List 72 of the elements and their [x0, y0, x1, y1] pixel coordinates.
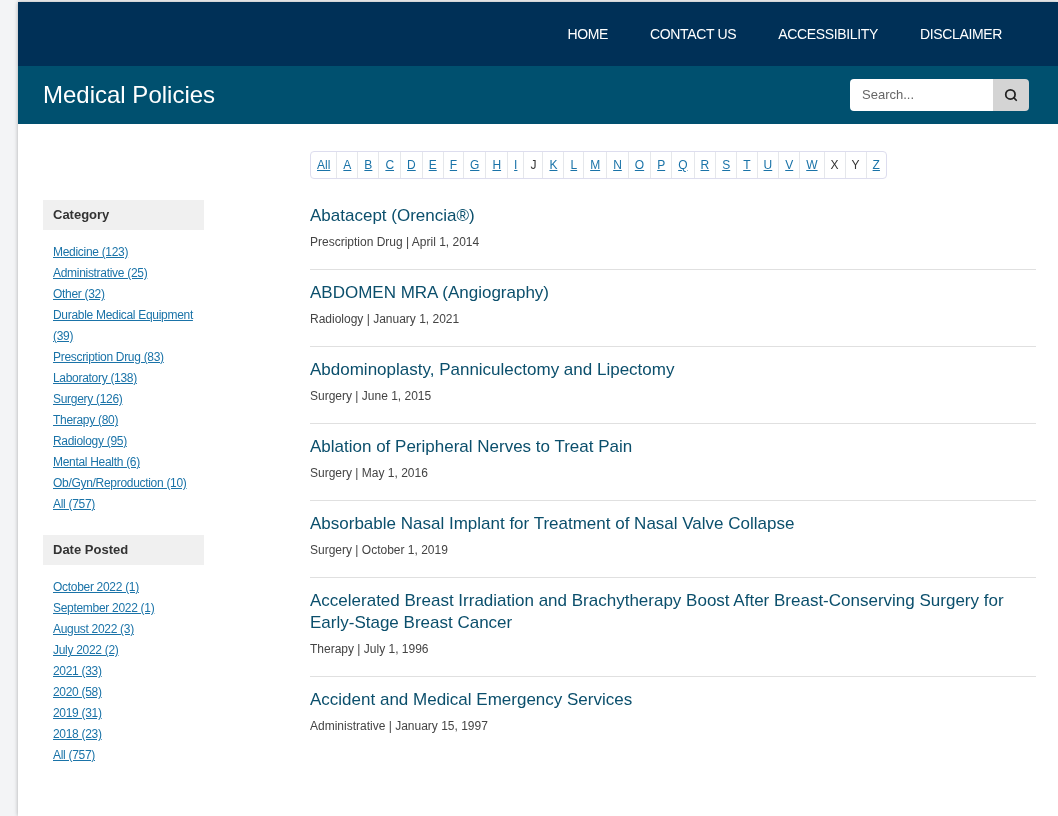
sidebar-link[interactable]: 2020 (58)	[53, 682, 198, 703]
letter-link[interactable]: C	[378, 152, 401, 178]
policy-title[interactable]: Accelerated Breast Irradiation and Brachytherapy Boost After Breast-Conserving Surgery for Early-Stage Breast Cancer	[310, 590, 1036, 634]
page-title: Medical Policies	[43, 80, 216, 110]
policy-meta: Surgery | October 1, 2019	[310, 542, 449, 559]
sidebar-link[interactable]: Therapy (80)	[53, 410, 198, 431]
search-icon	[1004, 88, 1018, 102]
letter-link[interactable]: D	[400, 152, 422, 178]
nav-link[interactable]: DISCLAIMER	[913, 23, 1008, 45]
policy-title[interactable]: Abdominoplasty, Panniculectomy and Lipectomy	[310, 359, 1036, 381]
sidebar-heading: Date Posted	[43, 535, 204, 565]
policy-title[interactable]: Ablation of Peripheral Nerves to Treat Pain	[310, 436, 1036, 458]
policy-title[interactable]: ABDOMEN MRA (Angiography)	[310, 282, 1036, 304]
letter-link[interactable]: Z	[865, 152, 886, 178]
letter-link[interactable]: E	[421, 152, 443, 178]
sidebar-link[interactable]: 2018 (23)	[53, 724, 198, 745]
letter-link[interactable]: V	[778, 152, 800, 178]
sidebar-link[interactable]: Mental Health (6)	[53, 452, 198, 473]
sidebar-link[interactable]: September 2022 (1)	[53, 598, 198, 619]
search-field[interactable]: Search...	[850, 79, 993, 111]
letter-link[interactable]: A	[336, 152, 358, 178]
letter-link: J	[523, 152, 543, 178]
letter-link[interactable]: All	[311, 152, 337, 178]
letter-link[interactable]: Q	[671, 152, 694, 178]
letter-link: Y	[844, 152, 866, 178]
policy-title[interactable]: Abatacept (Orencia®)	[310, 205, 1036, 227]
letter-link[interactable]: N	[606, 152, 628, 178]
letter-link[interactable]: L	[563, 152, 584, 178]
letter-link[interactable]: T	[736, 152, 757, 178]
letter-link[interactable]: S	[715, 152, 737, 178]
sidebar-link[interactable]: 2019 (31)	[53, 703, 198, 724]
sidebar-link[interactable]: All (757)	[53, 745, 198, 766]
nav-link[interactable]: HOME	[561, 23, 614, 45]
sidebar-link[interactable]: Durable Medical Equipment (39)	[53, 305, 198, 347]
policy-meta: Administrative | January 15, 1997	[310, 718, 489, 735]
policy-meta: Surgery | May 1, 2016	[310, 465, 429, 482]
policy-title[interactable]: Absorbable Nasal Implant for Treatment of Nasal Valve Collapse	[310, 513, 1036, 535]
letter-link[interactable]: H	[485, 152, 508, 178]
sidebar-link[interactable]: Laboratory (138)	[53, 368, 198, 389]
nav-link[interactable]: ACCESSIBILITY	[772, 23, 884, 45]
letter-link[interactable]: M	[583, 152, 607, 178]
sidebar-link[interactable]: All (757)	[53, 494, 198, 515]
letter-link[interactable]: U	[756, 152, 779, 178]
sidebar-link[interactable]: Administrative (25)	[53, 263, 198, 284]
letter-link[interactable]: K	[542, 152, 564, 178]
nav-link[interactable]: CONTACT US	[644, 23, 743, 45]
letter-link[interactable]: R	[693, 152, 716, 178]
sidebar-link[interactable]: 2021 (33)	[53, 661, 198, 682]
policy-meta: Prescription Drug | April 1, 2014	[310, 234, 481, 251]
letter-link[interactable]: F	[442, 152, 464, 178]
policy-meta: Surgery | June 1, 2015	[310, 388, 433, 405]
letter-link[interactable]: G	[463, 152, 486, 178]
policy-meta: Radiology | January 1, 2021	[310, 311, 461, 328]
sidebar-heading: Category	[43, 200, 204, 230]
search-button[interactable]	[993, 79, 1029, 111]
policy-title[interactable]: Accident and Medical Emergency Services	[310, 689, 1036, 711]
sidebar-link[interactable]: Radiology (95)	[53, 431, 198, 452]
sidebar-link[interactable]: July 2022 (2)	[53, 640, 198, 661]
sidebar-link[interactable]: Other (32)	[53, 284, 198, 305]
letter-link[interactable]: B	[357, 152, 379, 178]
letter-link[interactable]: P	[650, 152, 672, 178]
sidebar-link[interactable]: Prescription Drug (83)	[53, 347, 198, 368]
letter-link: X	[823, 152, 845, 178]
sidebar-link[interactable]: Surgery (126)	[53, 389, 198, 410]
sidebar-link[interactable]: Ob/Gyn/Reproduction (10)	[53, 473, 198, 494]
sidebar-link[interactable]: Medicine (123)	[53, 242, 198, 263]
sidebar-link[interactable]: October 2022 (1)	[53, 577, 198, 598]
letter-link[interactable]: O	[627, 152, 651, 178]
policy-meta: Therapy | July 1, 1996	[310, 641, 430, 658]
letter-link[interactable]: I	[507, 152, 524, 178]
sidebar-link[interactable]: August 2022 (3)	[53, 619, 198, 640]
letter-link[interactable]: W	[799, 152, 824, 178]
